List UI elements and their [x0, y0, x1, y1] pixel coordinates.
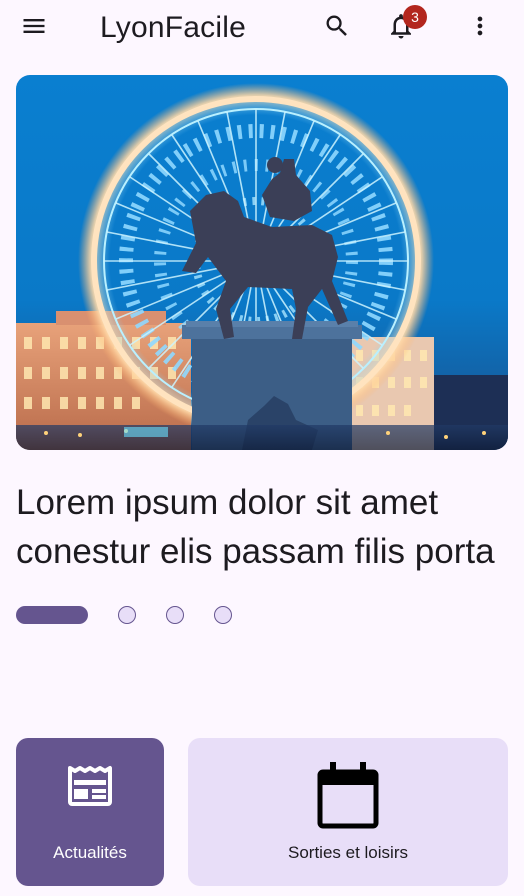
news-tile[interactable]: Actualités — [16, 738, 164, 886]
hero-photo — [16, 75, 508, 450]
hero-image-card[interactable] — [16, 75, 508, 450]
events-tile[interactable]: Sorties et loisirs — [188, 738, 508, 886]
pager-dot-4[interactable] — [214, 606, 232, 624]
headline-line-1: Lorem ipsum dolor sit amet — [16, 483, 439, 522]
app-screen: LyonFacile 3 Lorem ipsum dolor sit amet … — [0, 0, 524, 896]
pager-dot-2[interactable] — [118, 606, 136, 624]
newspaper-icon — [68, 766, 112, 806]
top-app-bar: LyonFacile 3 — [0, 0, 524, 56]
pager-dot-3[interactable] — [166, 606, 184, 624]
more-vertical-icon — [477, 16, 483, 36]
hero-headline[interactable]: Lorem ipsum dolor sit amet conestur elis… — [16, 478, 508, 576]
calendar-icon — [317, 762, 379, 829]
app-title: LyonFacile — [100, 11, 246, 44]
menu-button[interactable] — [14, 6, 54, 46]
pager-indicator-active[interactable] — [16, 606, 88, 624]
search-button[interactable] — [317, 6, 357, 46]
hamburger-menu-icon — [23, 19, 45, 33]
news-tile-label: Actualités — [53, 843, 127, 862]
headline-line-2: conestur elis passam filis porta — [16, 532, 495, 571]
search-icon — [326, 15, 347, 36]
notification-badge: 3 — [403, 5, 427, 29]
events-tile-label: Sorties et loisirs — [288, 843, 408, 862]
more-options-button[interactable] — [460, 6, 500, 46]
